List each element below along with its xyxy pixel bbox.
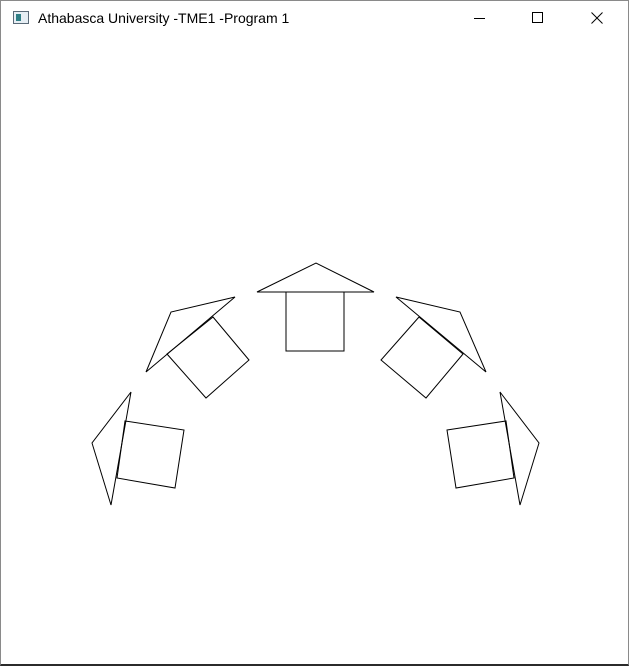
- window-app-icon[interactable]: [13, 11, 29, 24]
- house-upper-right-roof: [395, 296, 487, 373]
- house-upper-right-body: [380, 316, 464, 399]
- house-lower-right-roof: [499, 391, 540, 506]
- house-center-roof: [256, 262, 375, 293]
- house-center: [256, 262, 375, 352]
- house-lower-right: [446, 391, 540, 506]
- house-upper-left: [145, 296, 250, 399]
- house-drawing-canvas: [91, 262, 540, 506]
- application-window: Athabasca University -TME1 -Program 1: [0, 0, 629, 666]
- house-lower-left-body: [116, 420, 185, 489]
- drawing-area: [1, 35, 628, 664]
- minimize-icon: [474, 18, 485, 19]
- house-lower-left-roof: [91, 391, 132, 506]
- close-icon: [591, 12, 603, 24]
- maximize-button[interactable]: [515, 1, 561, 35]
- maximize-icon: [532, 12, 543, 23]
- house-lower-right-body: [446, 420, 515, 489]
- close-button[interactable]: [574, 1, 620, 35]
- minimize-button[interactable]: [457, 1, 503, 35]
- title-bar[interactable]: Athabasca University -TME1 -Program 1: [1, 1, 628, 35]
- window-title: Athabasca University -TME1 -Program 1: [38, 10, 290, 26]
- house-upper-right: [380, 296, 487, 399]
- house-upper-left-body: [166, 316, 250, 399]
- house-lower-left: [91, 391, 185, 506]
- house-center-body: [285, 291, 345, 352]
